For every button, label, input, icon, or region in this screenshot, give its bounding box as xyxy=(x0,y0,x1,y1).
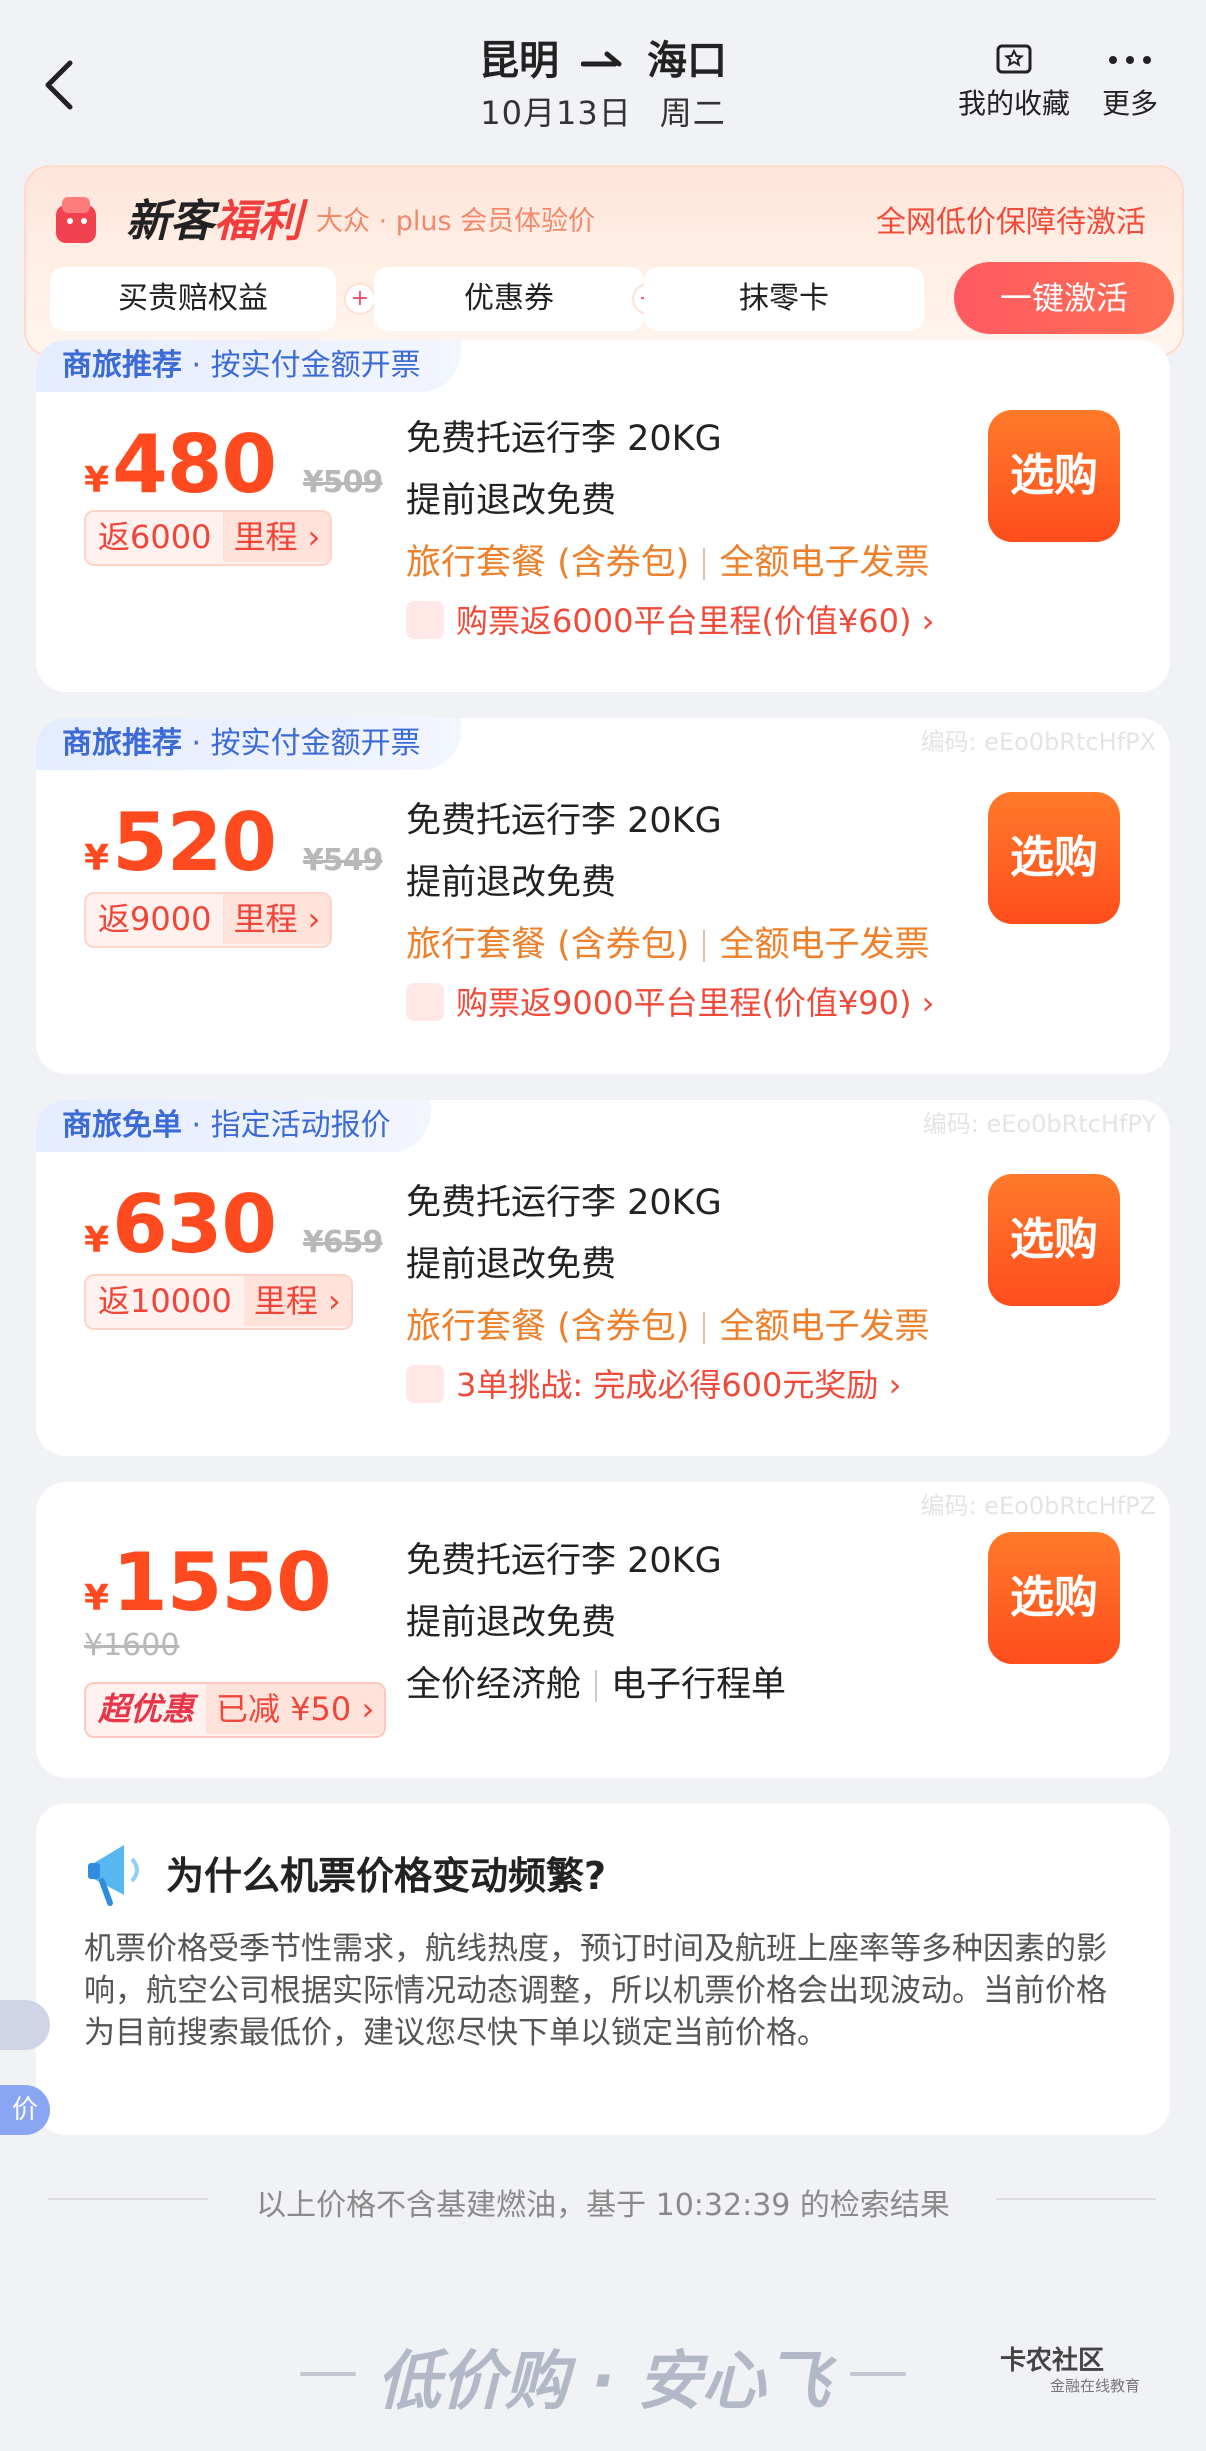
original-price: ¥1600 xyxy=(84,1628,180,1663)
fare-code: 编码: eEo0bRtcHfPX xyxy=(920,728,1156,756)
gift-icon xyxy=(406,983,444,1021)
new-customer-promo: 新客福利 大众 · plus 会员体验价 全网低价保障待激活 买贵赔权益 + 优… xyxy=(24,165,1184,357)
price-float-tab[interactable]: 价 xyxy=(0,2085,50,2135)
favorite-folder-icon xyxy=(958,38,1070,78)
fare-tag: 商旅免单 · 指定活动报价 xyxy=(36,1100,431,1152)
fare-code: 编码: eEo0bRtcHfPY xyxy=(922,1110,1156,1138)
more-button[interactable]: 更多 xyxy=(1102,38,1158,122)
refund-info: 提前退改免费 xyxy=(406,481,617,521)
from-city: 昆明 xyxy=(479,38,559,84)
package-info: 旅行套餐 (含券包) 全额电子发票 xyxy=(406,925,930,965)
refund-info: 提前退改免费 xyxy=(406,863,617,903)
fare-card[interactable]: 编码: eEo0bRtcHfPZ ¥1550 ¥1600 超优惠 已减 ¥50 ›… xyxy=(36,1482,1170,1778)
to-city: 海口 xyxy=(647,38,727,84)
megaphone-icon xyxy=(84,1833,154,1913)
fare-card[interactable]: 商旅推荐 · 按实付金额开票 ¥480 ¥509 返6000 里程 › 免费托运行… xyxy=(36,340,1170,692)
plus-icon: + xyxy=(346,285,374,313)
refund-info: 提前退改免费 xyxy=(406,1603,617,1643)
fare-price: ¥1550 xyxy=(84,1536,332,1629)
gift-offer[interactable]: 购票返6000平台里程(价值¥60) › xyxy=(406,596,934,642)
original-price: ¥659 xyxy=(302,1225,383,1260)
gift-bag-icon xyxy=(46,187,108,249)
more-label: 更多 xyxy=(1102,87,1159,120)
package-info: 旅行套餐 (含券包) 全额电子发票 xyxy=(406,1307,930,1347)
discount-badge[interactable]: 超优惠 已减 ¥50 › xyxy=(84,1682,387,1738)
select-buy-button[interactable]: 选购 xyxy=(988,792,1120,924)
low-price-guarantee[interactable]: 全网低价保障待激活 xyxy=(876,197,1146,241)
package-info: 旅行套餐 (含券包) 全额电子发票 xyxy=(406,543,930,583)
chip-coupon[interactable]: 优惠券 xyxy=(374,267,644,331)
gift-icon xyxy=(406,601,444,639)
promo-subtitle: 大众 · plus 会员体验价 xyxy=(316,206,596,237)
faq-body: 机票价格受季节性需求，航线热度，预订时间及航班上座率等多种因素的影响，航空公司根… xyxy=(84,1931,1107,2051)
baggage-info: 免费托运行李 20KG xyxy=(406,1541,722,1581)
more-dots-icon xyxy=(1102,38,1158,78)
watermark-sub: 金融在线教育 xyxy=(1050,2377,1141,2395)
baggage-info: 免费托运行李 20KG xyxy=(406,419,722,459)
promo-title: 新客福利 xyxy=(126,196,302,247)
select-buy-button[interactable]: 选购 xyxy=(988,1174,1120,1306)
weekday-text: 周二 xyxy=(659,94,726,132)
assistant-robot-icon[interactable] xyxy=(0,2000,50,2050)
mileage-badge[interactable]: 返6000 里程 › xyxy=(84,510,333,566)
route-arrow-icon xyxy=(580,38,625,84)
fare-tag: 商旅推荐 · 按实付金额开票 xyxy=(36,340,461,392)
chip-price-protection[interactable]: 买贵赔权益 xyxy=(50,267,336,331)
gift-icon xyxy=(406,1365,444,1403)
fare-price: ¥630 ¥659 xyxy=(84,1178,383,1271)
price-faq-card: 为什么机票价格变动频繁? 机票价格受季节性需求，航线热度，预订时间及航班上座率等… xyxy=(36,1803,1170,2135)
watermark-logo: 卡农社区 xyxy=(1000,2346,1105,2376)
favorites-button[interactable]: 我的收藏 xyxy=(958,38,1070,122)
fare-card[interactable]: 商旅免单 · 指定活动报价 编码: eEo0bRtcHfPY ¥630 ¥659… xyxy=(36,1100,1170,1456)
date-text: 10月13日 xyxy=(480,94,632,132)
baggage-info: 免费托运行李 20KG xyxy=(406,1183,722,1223)
fare-tag: 商旅推荐 · 按实付金额开票 xyxy=(36,718,461,770)
refund-info: 提前退改免费 xyxy=(406,1245,617,1285)
original-price: ¥509 xyxy=(302,465,383,500)
mileage-badge[interactable]: 返9000 里程 › xyxy=(84,892,333,948)
activate-button[interactable]: 一键激活 xyxy=(954,262,1174,334)
faq-title: 为什么机票价格变动频繁? xyxy=(166,1854,607,1898)
original-price: ¥549 xyxy=(302,843,383,878)
baggage-info: 免费托运行李 20KG xyxy=(406,801,722,841)
fare-price: ¥480 ¥509 xyxy=(84,418,383,511)
select-buy-button[interactable]: 选购 xyxy=(988,410,1120,542)
cabin-info: 全价经济舱 电子行程单 xyxy=(406,1665,787,1705)
fare-price: ¥520 ¥549 xyxy=(84,796,383,889)
gift-offer[interactable]: 购票返9000平台里程(价值¥90) › xyxy=(406,978,934,1024)
fare-code: 编码: eEo0bRtcHfPZ xyxy=(920,1492,1156,1520)
select-buy-button[interactable]: 选购 xyxy=(988,1532,1120,1664)
challenge-offer[interactable]: 3单挑战: 完成必得600元奖励 › xyxy=(406,1360,901,1406)
mileage-badge[interactable]: 返10000 里程 › xyxy=(84,1274,353,1330)
price-footnote: 以上价格不含基建燃油，基于 10:32:39 的检索结果 xyxy=(256,2188,950,2223)
favorites-label: 我的收藏 xyxy=(958,87,1071,120)
fare-card[interactable]: 商旅推荐 · 按实付金额开票 编码: eEo0bRtcHfPX ¥520 ¥54… xyxy=(36,718,1170,1074)
chip-rounding-card[interactable]: 抹零卡 xyxy=(644,267,924,331)
